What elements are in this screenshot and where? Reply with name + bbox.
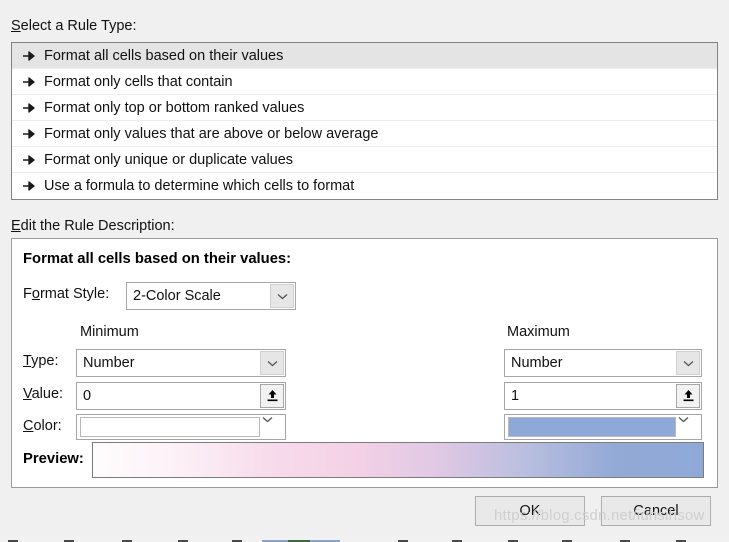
ok-button-label: OK	[519, 503, 541, 519]
rule-type-item-format-only-above-below-average[interactable]: Format only values that are above or bel…	[12, 121, 717, 147]
rule-type-item-label: Format only top or bottom ranked values	[44, 99, 305, 116]
rule-type-item-label: Format all cells based on their values	[44, 47, 284, 64]
cancel-button-label: Cancel	[633, 503, 679, 519]
maximum-type-value: Number	[511, 355, 563, 371]
arrow-bullet-icon	[23, 76, 35, 87]
type-label: Type:	[23, 353, 58, 369]
rule-type-item-label: Use a formula to determine which cells t…	[44, 178, 355, 194]
background-content-strip	[0, 536, 729, 542]
maximum-value-range-picker-button[interactable]	[676, 384, 700, 408]
maximum-value-textbox[interactable]: 1	[504, 382, 702, 410]
minimum-value-text: 0	[83, 388, 92, 404]
rule-type-item-use-a-formula[interactable]: Use a formula to determine which cells t…	[12, 173, 717, 199]
color-label: Color:	[23, 418, 62, 434]
arrow-bullet-icon	[23, 102, 35, 113]
rule-type-item-format-only-cells-that-contain[interactable]: Format only cells that contain	[12, 69, 717, 95]
format-style-label-pre: F	[23, 286, 32, 302]
minimum-type-combobox[interactable]: Number	[76, 349, 286, 377]
minimum-value-textbox[interactable]: 0	[76, 382, 286, 410]
minimum-type-value: Number	[83, 355, 135, 371]
rule-type-listbox[interactable]: Format all cells based on their values F…	[11, 42, 718, 200]
rule-type-item-label: Format only cells that contain	[44, 73, 233, 90]
preview-gradient-bar	[92, 442, 704, 478]
maximum-type-combobox[interactable]: Number	[504, 349, 702, 377]
minimum-color-swatch	[80, 417, 260, 437]
edit-rule-description-label: Edit the Rule Description:	[11, 218, 175, 234]
chevron-down-icon	[277, 293, 287, 299]
chevron-down-icon	[683, 360, 693, 366]
edit-rule-description-label-accel: E	[11, 218, 21, 234]
maximum-color-dropdown-button[interactable]	[678, 416, 700, 438]
select-rule-type-label-rest: elect a Rule Type:	[20, 18, 137, 34]
preview-label: Preview:	[23, 451, 84, 467]
maximum-color-swatch	[508, 417, 676, 437]
minimum-type-dropdown-button[interactable]	[260, 351, 284, 375]
collapse-dialog-icon	[267, 390, 277, 402]
arrow-bullet-icon	[23, 181, 35, 191]
color-label-post: olor:	[33, 418, 62, 434]
maximum-value-text: 1	[511, 388, 520, 404]
select-rule-type-label-accel: S	[11, 18, 21, 34]
ok-button[interactable]: OK	[475, 496, 585, 526]
format-style-dropdown-button[interactable]	[270, 284, 294, 308]
value-label: Value:	[23, 386, 63, 402]
rule-type-item-label: Format only unique or duplicate values	[44, 151, 294, 168]
arrow-bullet-icon	[23, 50, 35, 61]
new-formatting-rule-dialog: Select a Rule Type: Format all cells bas…	[0, 0, 729, 542]
format-style-value: 2-Color Scale	[133, 288, 221, 304]
cancel-button[interactable]: Cancel	[601, 496, 711, 526]
type-label-accel: T	[23, 353, 32, 369]
rule-type-item-format-only-top-bottom[interactable]: Format only top or bottom ranked values	[12, 95, 717, 121]
minimum-color-dropdown-button[interactable]	[262, 416, 284, 438]
format-style-combobox[interactable]: 2-Color Scale	[126, 282, 296, 310]
rule-type-item-label: Format only values that are above or bel…	[44, 125, 379, 142]
collapse-dialog-icon	[683, 390, 693, 402]
format-style-label-post: rmat Style:	[39, 286, 110, 302]
select-rule-type-label: Select a Rule Type:	[11, 18, 136, 34]
format-style-label-accel: o	[31, 286, 40, 302]
arrow-bullet-icon	[23, 154, 35, 165]
color-label-accel: C	[23, 418, 34, 434]
chevron-down-icon	[678, 417, 689, 423]
value-label-post: alue:	[31, 386, 64, 402]
format-style-label: Format Style:	[23, 286, 109, 302]
rule-description-title: Format all cells based on their values:	[23, 251, 292, 267]
type-label-post: ype:	[31, 353, 59, 369]
maximum-color-picker[interactable]	[504, 414, 702, 440]
rule-description-groupbox: Format all cells based on their values: …	[11, 238, 718, 488]
minimum-column-header: Minimum	[80, 324, 139, 340]
maximum-column-header: Maximum	[507, 324, 570, 340]
minimum-color-picker[interactable]	[76, 414, 286, 440]
value-label-accel: V	[23, 386, 32, 402]
arrow-bullet-icon	[23, 128, 35, 139]
chevron-down-icon	[262, 417, 273, 423]
minimum-value-range-picker-button[interactable]	[260, 384, 284, 408]
maximum-type-dropdown-button[interactable]	[676, 351, 700, 375]
rule-type-item-format-only-unique-duplicate[interactable]: Format only unique or duplicate values	[12, 147, 717, 173]
chevron-down-icon	[267, 360, 277, 366]
rule-type-item-format-all-cells[interactable]: Format all cells based on their values	[12, 43, 717, 69]
edit-rule-description-label-rest: dit the Rule Description:	[20, 218, 175, 234]
